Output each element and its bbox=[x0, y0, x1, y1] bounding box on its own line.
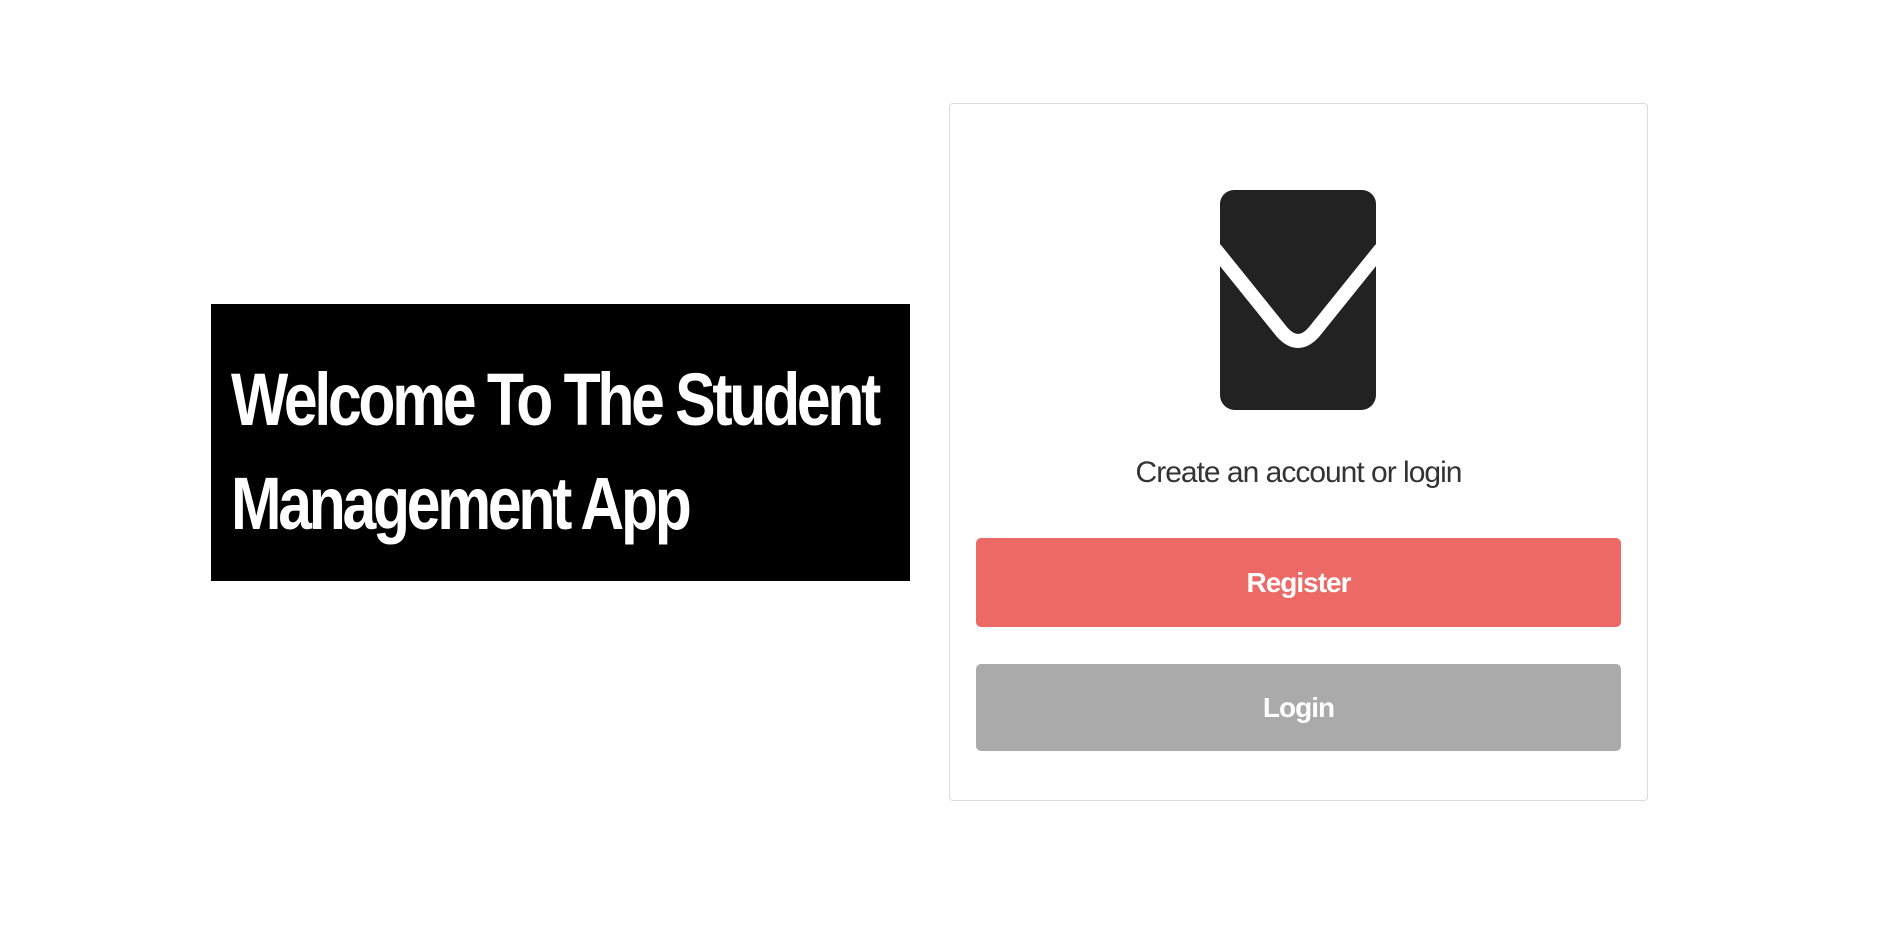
register-button[interactable]: Register bbox=[976, 538, 1621, 627]
welcome-banner: Welcome To The Student Management App bbox=[211, 304, 910, 581]
landing-page: Welcome To The Student Management App Cr… bbox=[0, 0, 1899, 947]
login-button[interactable]: Login bbox=[976, 664, 1621, 751]
auth-card: Create an account or login Register Logi… bbox=[949, 103, 1648, 801]
auth-tagline: Create an account or login bbox=[1135, 456, 1463, 489]
welcome-title: Welcome To The Student Management App bbox=[231, 358, 881, 545]
envelope-icon bbox=[1220, 190, 1376, 410]
